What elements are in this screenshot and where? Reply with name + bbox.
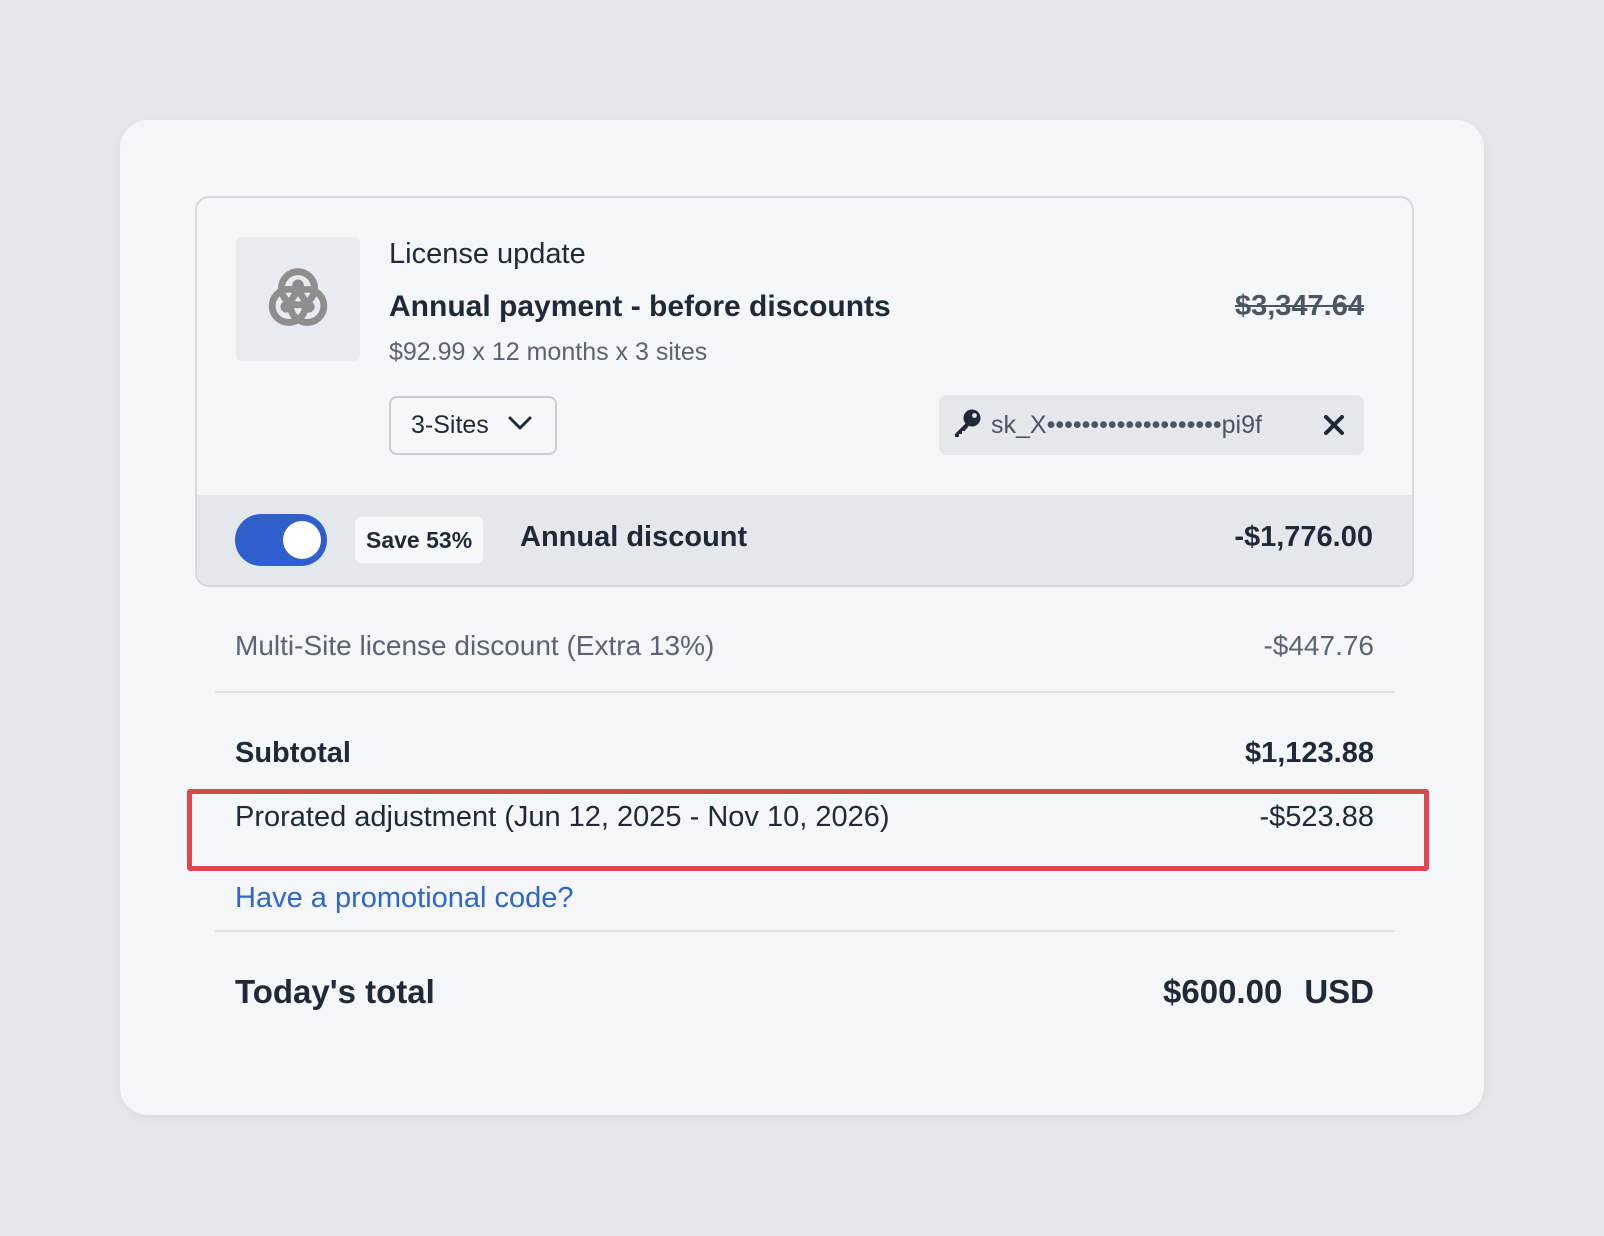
order-summary-card: License update Annual payment - before d… <box>120 120 1484 1115</box>
original-price: $3,347.64 <box>1234 290 1364 322</box>
annual-discount-bar: Save 53% Annual discount -$1,776.00 <box>197 495 1412 585</box>
license-key-chip: sk_X••••••••••••••••••••pi9f <box>939 395 1364 455</box>
license-key-value: sk_X••••••••••••••••••••pi9f <box>991 410 1262 439</box>
triskelion-logo-icon <box>236 237 360 361</box>
subtotal-row: Subtotal $1,123.88 <box>235 737 1374 770</box>
total-label: Today's total <box>235 973 435 1010</box>
highlight-box <box>187 789 1429 871</box>
multisite-discount-label: Multi-Site license discount (Extra 13%) <box>235 630 715 661</box>
toggle-knob <box>283 521 321 559</box>
annual-discount-label: Annual discount <box>520 521 748 553</box>
multisite-discount-row: Multi-Site license discount (Extra 13%) … <box>235 630 1374 662</box>
subtotal-amount: $1,123.88 <box>1244 737 1374 769</box>
subtotal-label: Subtotal <box>235 737 351 769</box>
site-plan-select[interactable]: 3-Sites <box>389 396 557 455</box>
price-formula: $92.99 x 12 months x 3 sites <box>389 338 708 366</box>
close-icon[interactable] <box>1316 407 1352 443</box>
total-amount-group: $600.00 USD <box>1163 973 1374 1011</box>
total-row: Today's total $600.00 USD <box>235 973 1374 1011</box>
multisite-discount-amount: -$447.76 <box>1263 630 1374 661</box>
annual-discount-toggle[interactable] <box>235 514 327 566</box>
save-badge: Save 53% <box>355 517 484 563</box>
divider <box>215 691 1395 693</box>
product-box: License update Annual payment - before d… <box>195 196 1414 587</box>
promo-code-link[interactable]: Have a promotional code? <box>235 882 574 915</box>
annual-discount-amount: -$1,776.00 <box>1234 521 1373 553</box>
product-title: Annual payment - before discounts <box>389 290 891 323</box>
key-icon <box>951 407 983 444</box>
divider <box>215 930 1395 932</box>
license-update-label: License update <box>389 238 586 270</box>
site-plan-select-value: 3-Sites <box>411 411 489 439</box>
chevron-down-icon <box>507 415 533 436</box>
total-amount: $600.00 <box>1163 973 1283 1010</box>
total-currency: USD <box>1304 973 1374 1010</box>
